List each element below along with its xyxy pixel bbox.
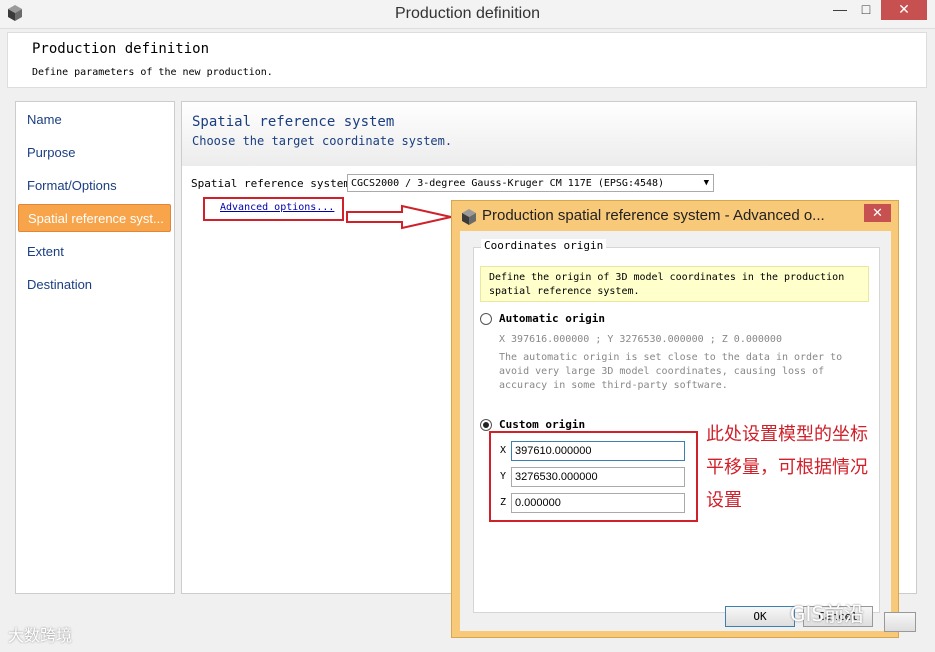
close-button[interactable]: ✕ bbox=[881, 0, 927, 20]
group-label: Coordinates origin bbox=[481, 239, 607, 252]
wizard-steps-sidebar: Name Purpose Format/Options Spatial refe… bbox=[15, 101, 175, 594]
srs-label: Spatial reference system: bbox=[191, 177, 357, 190]
highlight-box-xyz bbox=[489, 431, 698, 522]
automatic-origin-label[interactable]: Automatic origin bbox=[499, 312, 605, 325]
nav-item-spatial-reference[interactable]: Spatial reference syst... bbox=[18, 204, 171, 232]
wizard-title: Production definition bbox=[32, 41, 210, 57]
nav-item-format-options[interactable]: Format/Options bbox=[18, 172, 168, 200]
window-titlebar: Production definition — □ ✕ bbox=[0, 0, 935, 29]
auto-desc-line-1: The automatic origin is set close to the… bbox=[499, 352, 843, 363]
dropdown-arrow-icon: ▼ bbox=[703, 178, 709, 188]
info-note: Define the origin of 3D model coordinate… bbox=[480, 266, 869, 302]
nav-item-destination[interactable]: Destination bbox=[18, 271, 168, 299]
annotation-line-2: 平移量，可根据情况 bbox=[706, 457, 868, 478]
wizard-header: Production definition Define parameters … bbox=[7, 32, 927, 88]
nav-item-extent[interactable]: Extent bbox=[18, 238, 168, 266]
note-line-2: spatial reference system. bbox=[489, 286, 640, 297]
nav-item-name[interactable]: Name bbox=[18, 106, 168, 134]
custom-origin-label[interactable]: Custom origin bbox=[499, 418, 585, 431]
annotation-text: 此处设置模型的坐标 平移量，可根据情况 设置 bbox=[706, 418, 886, 517]
annotation-line-1: 此处设置模型的坐标 bbox=[706, 424, 868, 445]
red-arrow-annotation bbox=[346, 204, 452, 230]
window-title: Production definition bbox=[395, 5, 540, 22]
srs-dropdown[interactable]: CGCS2000 / 3-degree Gauss-Kruger CM 117E… bbox=[347, 174, 714, 192]
maximize-button[interactable]: □ bbox=[851, 0, 881, 20]
srs-selected-value: CGCS2000 / 3-degree Gauss-Kruger CM 117E… bbox=[351, 178, 665, 189]
highlight-box-advanced bbox=[203, 197, 344, 221]
section-subtitle: Choose the target coordinate system. bbox=[192, 134, 453, 148]
automatic-origin-radio[interactable] bbox=[480, 313, 492, 325]
section-title: Spatial reference system bbox=[192, 114, 395, 130]
wizard-subtitle: Define parameters of the new production. bbox=[32, 67, 273, 78]
auto-desc-line-3: accuracy in some third-party software. bbox=[499, 380, 728, 391]
automatic-origin-coords: X 397616.000000 ; Y 3276530.000000 ; Z 0… bbox=[499, 334, 782, 345]
watermark-right: GIS前沿 bbox=[790, 602, 865, 626]
nav-item-purpose[interactable]: Purpose bbox=[18, 139, 168, 167]
dialog-title: Production spatial reference system - Ad… bbox=[482, 207, 825, 224]
content-header: Spatial reference system Choose the targ… bbox=[182, 102, 916, 166]
automatic-origin-desc: The automatic origin is set close to the… bbox=[499, 351, 842, 393]
annotation-line-3: 设置 bbox=[706, 490, 742, 511]
dialog-close-button[interactable]: ✕ bbox=[864, 204, 891, 222]
watermark-left: 大数跨境 bbox=[8, 626, 73, 645]
dialog-cube-icon bbox=[462, 209, 476, 225]
background-wizard-button[interactable] bbox=[884, 612, 916, 632]
ok-button[interactable]: OK bbox=[725, 606, 795, 627]
note-line-1: Define the origin of 3D model coordinate… bbox=[489, 272, 845, 283]
custom-origin-radio[interactable] bbox=[480, 419, 492, 431]
auto-desc-line-2: avoid very large 3D model coordinates, c… bbox=[499, 366, 825, 377]
